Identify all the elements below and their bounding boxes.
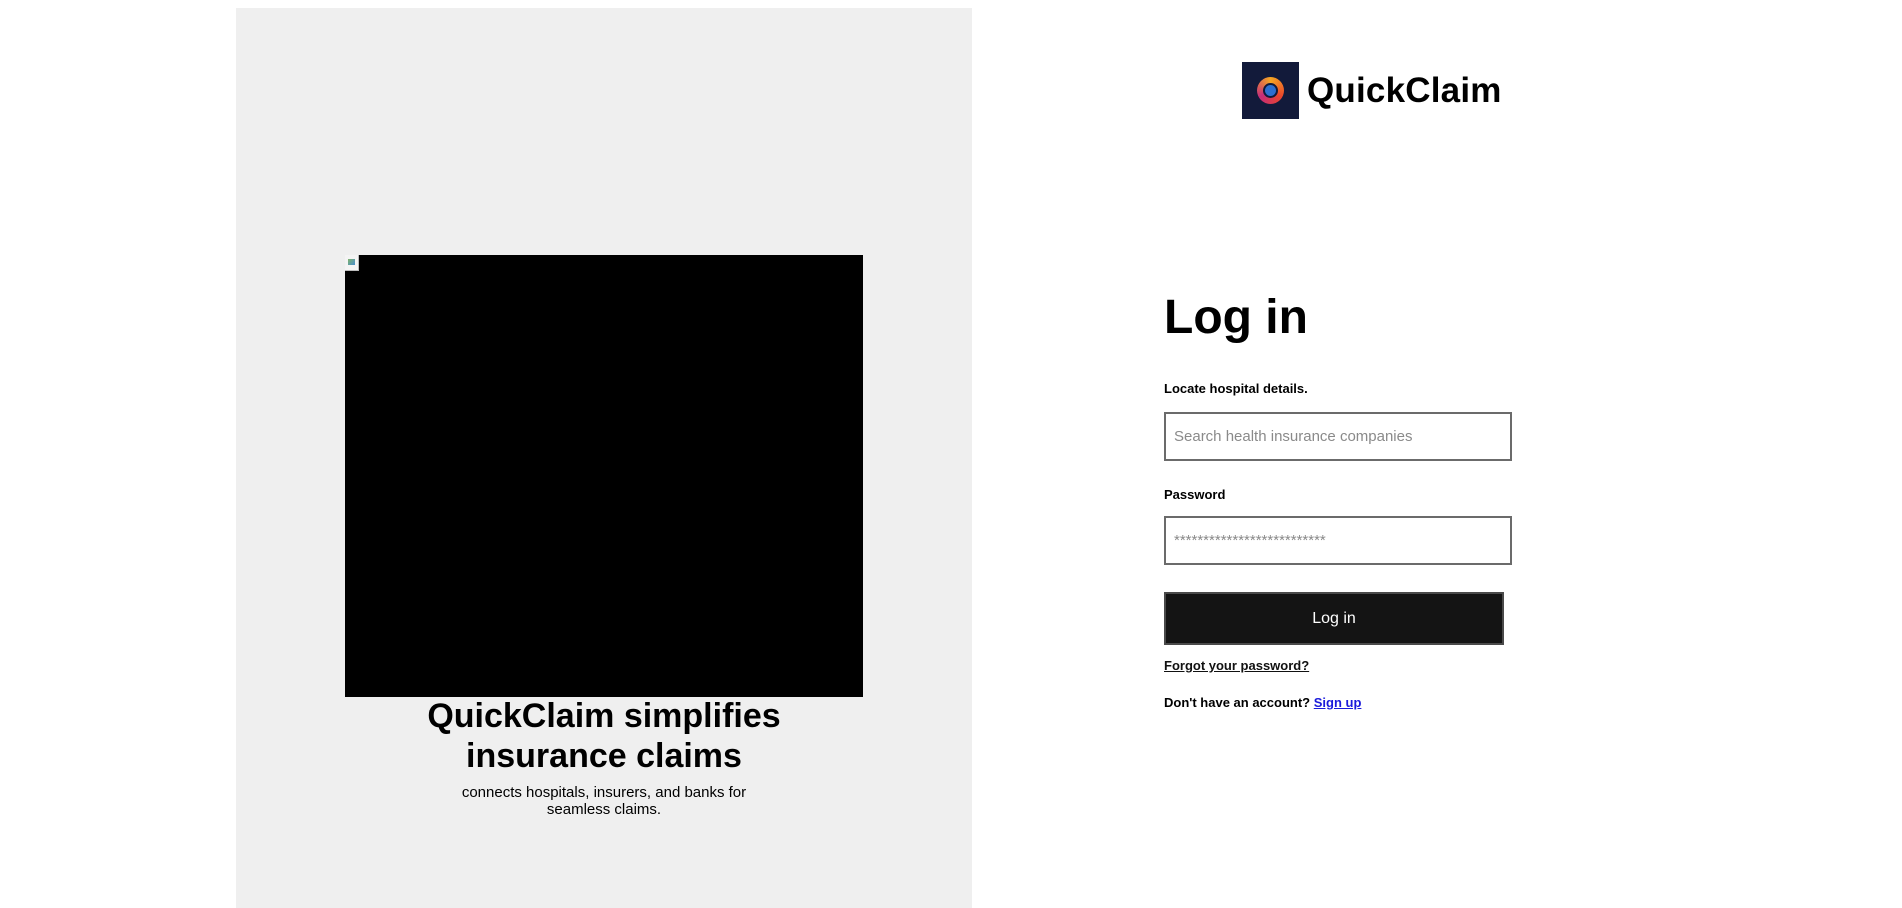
hero-image <box>345 255 863 697</box>
forgot-password-link[interactable]: Forgot your password? <box>1164 658 1309 673</box>
brand-name: QuickClaim <box>1307 70 1502 110</box>
left-panel: QuickClaim simplifies insurance claims c… <box>236 8 972 908</box>
login-title: Log in <box>1164 291 1308 344</box>
hospital-search-input[interactable] <box>1164 412 1512 461</box>
hero-title: QuickClaim simplifies insurance claims <box>427 697 781 775</box>
password-input[interactable] <box>1164 516 1512 565</box>
login-button[interactable]: Log in <box>1164 592 1504 645</box>
password-field-label: Password <box>1164 487 1226 502</box>
signup-link[interactable]: Sign up <box>1314 695 1362 710</box>
brand-header: QuickClaim <box>1242 62 1502 119</box>
logo-ring-shape <box>1257 77 1284 104</box>
hospital-field-label: Locate hospital details. <box>1164 381 1308 396</box>
broken-image-icon <box>345 255 359 271</box>
signup-row: Don't have an account? Sign up <box>1164 695 1361 710</box>
hero-subtitle: connects hospitals, insurers, and banks … <box>461 784 747 818</box>
quickclaim-logo-icon <box>1242 62 1299 119</box>
no-account-text: Don't have an account? <box>1164 695 1311 710</box>
